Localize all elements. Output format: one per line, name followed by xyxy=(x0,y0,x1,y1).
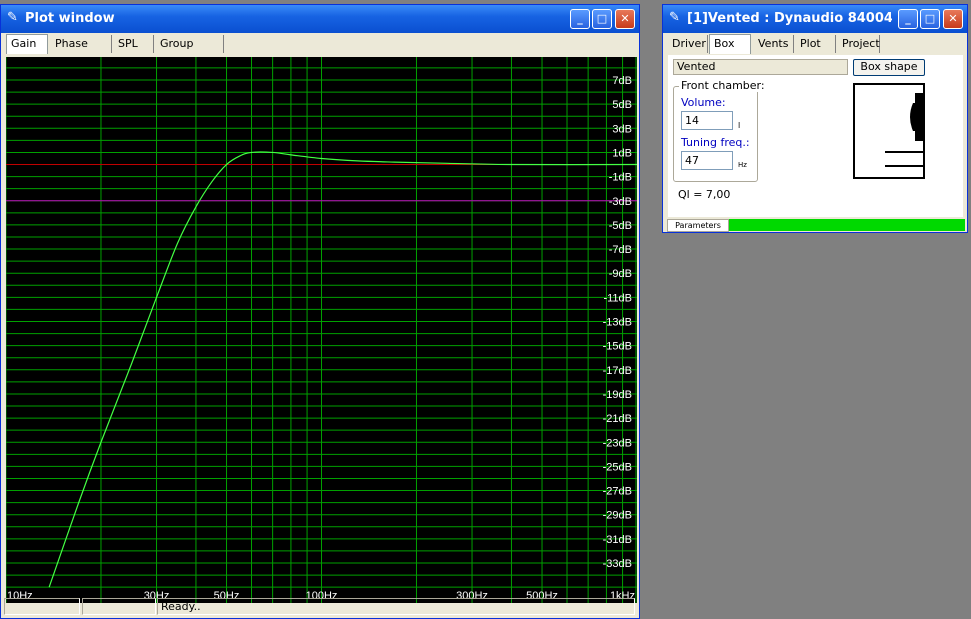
tab-group-delay[interactable]: Group delay xyxy=(156,35,224,68)
y-tick-label: -29dB xyxy=(603,510,632,522)
status-cell-1 xyxy=(4,598,80,615)
y-tick-label: -25dB xyxy=(603,461,632,473)
plot-statusbar: Ready.. xyxy=(4,598,636,616)
progress-track xyxy=(729,219,965,231)
tab-driver[interactable]: Driver xyxy=(668,35,708,53)
progress-bar xyxy=(729,219,965,231)
gain-chart-svg: 7dB 5dB 3dB 1dB -1dB -3dB -5dB -7dB -9dB -11dB -13… xyxy=(5,57,638,603)
maximize-icon[interactable]: □ xyxy=(920,9,940,29)
volume-label: Volume: xyxy=(681,96,726,109)
app-icon: ✎ xyxy=(669,10,680,25)
y-tick-label: -27dB xyxy=(603,486,632,498)
tab-box[interactable]: Box xyxy=(709,34,751,54)
box-tabs: Driver Box Vents Plot Project xyxy=(668,34,963,55)
box-drawing-icon xyxy=(885,93,923,167)
y-tick-label: 5dB xyxy=(612,99,632,111)
y-tick-label: -1dB xyxy=(609,172,632,184)
status-tab-parameters[interactable]: Parameters xyxy=(667,219,729,232)
box-type-field[interactable]: Vented xyxy=(673,59,848,75)
status-text: Ready.. xyxy=(157,598,635,615)
y-tick-label: -15dB xyxy=(603,341,632,353)
plot-tabs: Gain Phase plot SPL Group delay xyxy=(6,34,636,68)
close-icon[interactable]: ✕ xyxy=(943,9,963,29)
y-tick-label: -3dB xyxy=(609,196,632,208)
y-tick-label: -23dB xyxy=(603,437,632,449)
app-icon: ✎ xyxy=(7,10,18,25)
tab-vents[interactable]: Vents xyxy=(754,35,794,53)
tuning-label: Tuning freq.: xyxy=(681,136,750,149)
plot-window-titlebar[interactable]: ✎ Plot window _ □ ✕ xyxy=(1,5,639,33)
box-shape-preview xyxy=(853,83,925,179)
y-tick-label: -19dB xyxy=(603,389,632,401)
y-tick-label: 3dB xyxy=(612,123,632,135)
y-tick-label: -21dB xyxy=(603,413,632,425)
tab-gain[interactable]: Gain xyxy=(6,34,48,54)
y-tick-label: -17dB xyxy=(603,365,632,377)
y-tick-label: -31dB xyxy=(603,534,632,546)
y-tick-label: 1dB xyxy=(612,147,632,159)
minimize-icon[interactable]: _ xyxy=(570,9,590,29)
tab-project[interactable]: Project xyxy=(838,35,880,53)
volume-unit: l xyxy=(738,121,741,130)
y-tick-label: -9dB xyxy=(609,268,632,280)
box-panel: Vented Box shape Front chamber: Volume: … xyxy=(668,55,963,217)
box-window-titlebar[interactable]: ✎ [1]Vented : Dynaudio 84004 D... _ □ ✕ xyxy=(663,5,967,33)
front-chamber-label: Front chamber: xyxy=(679,79,767,92)
box-shape-button[interactable]: Box shape xyxy=(853,59,925,76)
plot-window-title: Plot window xyxy=(25,11,115,26)
minimize-icon[interactable]: _ xyxy=(898,9,918,29)
y-tick-label: -5dB xyxy=(609,220,632,232)
maximize-icon[interactable]: □ xyxy=(592,9,612,29)
gain-plot[interactable]: 7dB 5dB 3dB 1dB -1dB -3dB -5dB -7dB -9dB -11dB -13… xyxy=(5,57,638,603)
status-cell-2 xyxy=(82,598,156,615)
y-tick-label: -7dB xyxy=(609,244,632,256)
box-window: ✎ [1]Vented : Dynaudio 84004 D... _ □ ✕ … xyxy=(662,4,968,233)
close-icon[interactable]: ✕ xyxy=(615,9,635,29)
box-window-title: [1]Vented : Dynaudio 84004 D... xyxy=(687,11,892,26)
plot-window: ✎ Plot window _ □ ✕ Gain Phase plot SPL … xyxy=(0,4,640,619)
box-statusbar: Parameters xyxy=(663,219,967,232)
y-tick-label: 7dB xyxy=(612,75,632,87)
y-tick-label: -11dB xyxy=(603,292,632,304)
tab-spl[interactable]: SPL xyxy=(114,35,154,53)
tuning-input[interactable]: 47 xyxy=(681,151,733,170)
y-tick-label: -33dB xyxy=(603,558,632,570)
tuning-unit: Hz xyxy=(738,161,747,169)
tab-plot[interactable]: Plot xyxy=(796,35,836,53)
volume-input[interactable]: 14 xyxy=(681,111,733,130)
y-tick-label: -13dB xyxy=(603,317,632,329)
ql-text: Ql = 7,00 xyxy=(678,188,731,201)
tab-phase-plot[interactable]: Phase plot xyxy=(51,35,112,68)
